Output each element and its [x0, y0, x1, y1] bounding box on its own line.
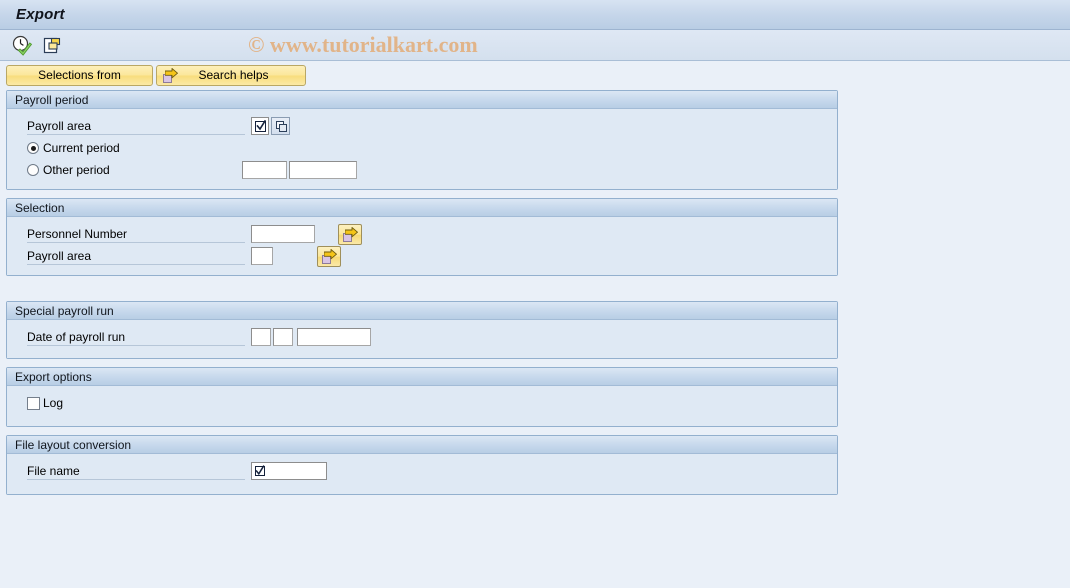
file-name-label: File name: [27, 463, 245, 480]
row-current-period[interactable]: Current period: [7, 137, 837, 159]
row-personnel-number: Personnel Number: [7, 223, 837, 245]
other-period-input-1[interactable]: [241, 161, 287, 179]
personnel-number-multiple-selection-button[interactable]: [338, 223, 362, 245]
panel-selection-title: Selection: [7, 199, 837, 217]
panel-file-layout-conversion-title: File layout conversion: [7, 436, 837, 454]
log-checkbox[interactable]: [27, 396, 40, 410]
panel-file-layout-conversion: File layout conversion File name: [6, 435, 838, 495]
window-title-bar: Export: [0, 0, 1070, 30]
payroll-area-period-label: Payroll area: [27, 118, 245, 135]
panel-special-payroll-run: Special payroll run Date of payroll run: [6, 301, 838, 359]
date-of-payroll-run-input-1[interactable]: [251, 328, 271, 346]
application-toolbar: © www.tutorialkart.com: [0, 30, 1070, 61]
date-of-payroll-run-input-3[interactable]: [297, 328, 371, 346]
row-payroll-area-selection: Payroll area: [7, 245, 837, 267]
payroll-area-multiple-selection-button[interactable]: [271, 117, 290, 135]
log-checkbox-label: Log: [43, 396, 64, 410]
row-other-period[interactable]: Other period: [7, 159, 837, 181]
radio-current-period[interactable]: [27, 142, 39, 154]
payroll-area-value-help-icon[interactable]: [251, 117, 269, 135]
selection-screen-body: Payroll period Payroll area Current peri…: [0, 90, 1070, 495]
panel-special-payroll-run-title: Special payroll run: [7, 302, 837, 320]
date-of-payroll-run-input-2[interactable]: [273, 328, 293, 346]
payroll-area-selection-input[interactable]: [251, 247, 273, 265]
radio-other-period[interactable]: [27, 164, 39, 176]
radio-other-period-label: Other period: [43, 163, 110, 177]
file-name-field[interactable]: [251, 462, 327, 480]
arrow-page-icon: [342, 226, 358, 242]
row-log-option[interactable]: Log: [7, 392, 837, 414]
payroll-area-selection-label: Payroll area: [27, 248, 245, 265]
row-date-of-payroll-run: Date of payroll run: [7, 326, 837, 348]
other-period-input-2[interactable]: [288, 161, 357, 179]
execute-clock-check-icon[interactable]: [11, 34, 33, 56]
row-payroll-area-period: Payroll area: [7, 115, 837, 137]
selections-from-button[interactable]: Selections from: [6, 64, 153, 86]
selections-from-label: Selections from: [38, 68, 121, 82]
file-name-value-help-icon[interactable]: [253, 464, 268, 479]
search-helps-label: Search helps: [198, 68, 269, 82]
payroll-area-multiple-selection-button-2[interactable]: [317, 245, 341, 267]
panel-spacer: [6, 284, 1070, 301]
panel-payroll-period: Payroll period Payroll area Current peri…: [6, 90, 838, 190]
personnel-number-input[interactable]: [251, 225, 315, 243]
multiple-selection-copy-icon[interactable]: [42, 34, 64, 56]
panel-export-options: Export options Log: [6, 367, 838, 427]
row-file-name: File name: [7, 460, 837, 482]
panel-export-options-title: Export options: [7, 368, 837, 386]
panel-payroll-period-title: Payroll period: [7, 91, 837, 109]
arrow-page-icon: [321, 248, 337, 264]
search-helps-button[interactable]: Search helps: [156, 64, 306, 86]
date-of-payroll-run-label: Date of payroll run: [27, 329, 245, 346]
selection-button-bar: Selections from Search helps: [0, 61, 1070, 90]
file-name-input[interactable]: [268, 462, 326, 480]
site-watermark: © www.tutorialkart.com: [248, 32, 478, 57]
personnel-number-label: Personnel Number: [27, 226, 245, 243]
page-title: Export: [16, 6, 65, 23]
panel-selection: Selection Personnel Number Payroll area: [6, 198, 838, 276]
radio-current-period-label: Current period: [43, 141, 120, 155]
arrow-page-icon: [163, 67, 178, 83]
